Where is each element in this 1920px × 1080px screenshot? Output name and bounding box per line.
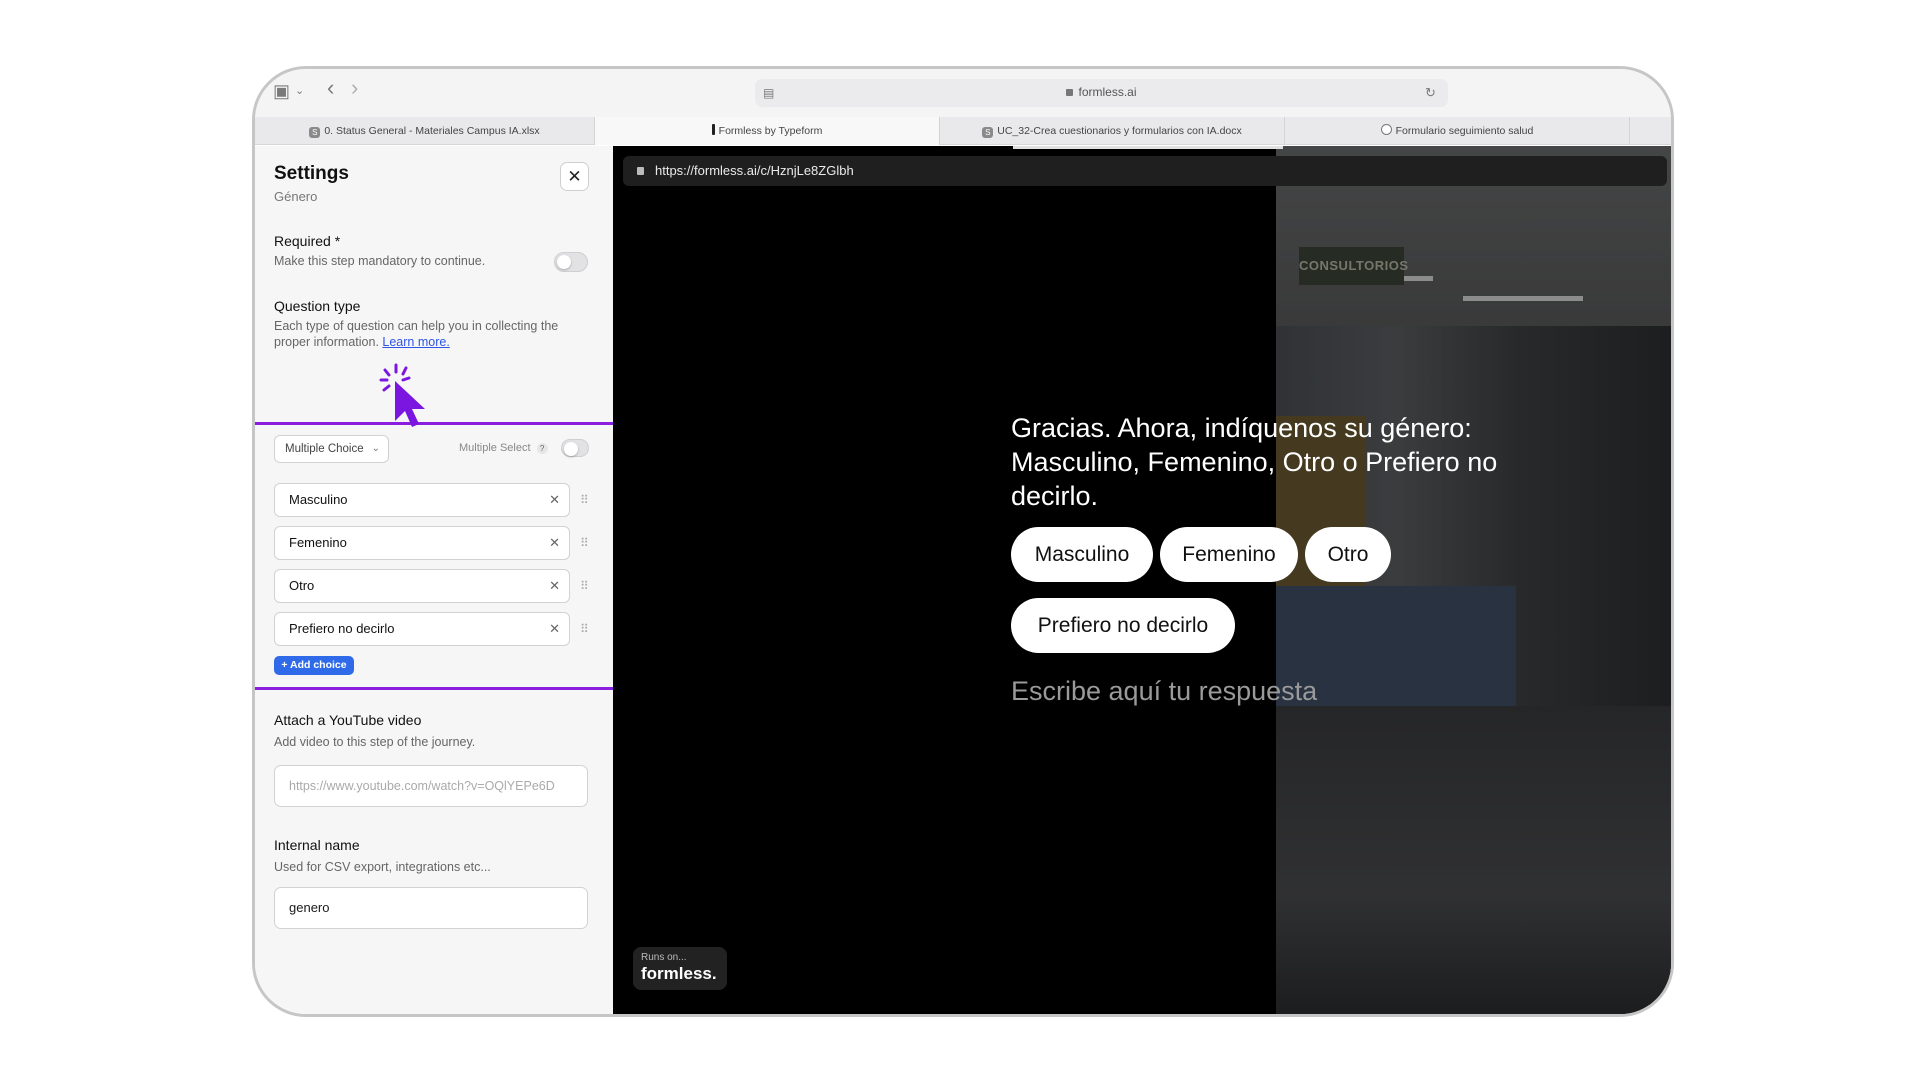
lock-icon xyxy=(1066,89,1074,96)
sidebar-toggle-icon[interactable]: ▣ xyxy=(273,81,290,101)
question-type-label: Question type xyxy=(274,298,361,314)
required-help: Make this step mandatory to continue. xyxy=(274,254,486,268)
chevron-down-icon[interactable]: ⌄ xyxy=(295,81,304,101)
tab-status-general[interactable]: S 0. Status General - Materiales Campus I… xyxy=(255,117,595,145)
tab-label: Formless by Typeform xyxy=(718,125,823,137)
back-arrow-icon[interactable]: ‹ xyxy=(327,77,334,99)
tab-formless[interactable]: Formless by Typeform xyxy=(595,117,940,145)
address-bar[interactable]: ▤ formless.ai ↻ xyxy=(755,79,1448,107)
option-masculino[interactable]: Masculino xyxy=(1011,527,1153,582)
question-type-help: Each type of question can help you in co… xyxy=(274,318,594,350)
preview-url-bar[interactable]: https://formless.ai/c/HznjLe8ZGlbh xyxy=(623,156,1667,186)
answer-input[interactable]: Escribe aquí tu respuesta xyxy=(1011,676,1317,707)
option-prefiero-no-decirlo[interactable]: Prefiero no decirlo xyxy=(1011,598,1235,653)
option-otro[interactable]: Otro xyxy=(1305,527,1391,582)
youtube-label: Attach a YouTube video xyxy=(274,712,422,728)
internal-name-label: Internal name xyxy=(274,837,360,853)
highlight-box xyxy=(255,422,625,690)
typeform-icon xyxy=(711,124,715,135)
learn-more-link[interactable]: Learn more. xyxy=(382,335,449,349)
internal-name-help: Used for CSV export, integrations etc... xyxy=(274,860,491,874)
close-icon: ✕ xyxy=(567,167,582,186)
tab-bar: S 0. Status General - Materiales Campus I… xyxy=(255,117,1671,145)
youtube-help: Add video to this step of the journey. xyxy=(274,735,476,749)
reload-icon[interactable]: ↻ xyxy=(1425,83,1436,103)
internal-name-input[interactable]: genero xyxy=(274,887,588,929)
document-icon: S xyxy=(982,127,994,138)
lock-icon xyxy=(637,167,644,175)
required-toggle[interactable] xyxy=(554,252,588,272)
preview-url-text: https://formless.ai/c/HznjLe8ZGlbh xyxy=(655,163,854,178)
tab-label: UC_32-Crea cuestionarios y formularios c… xyxy=(997,125,1242,137)
runs-on-formless-badge[interactable]: Runs on... formless. xyxy=(633,947,727,990)
tab-label: Formulario seguimiento salud xyxy=(1395,125,1534,137)
form-preview: CONSULTORIOS https://formless.ai/c/HznjL… xyxy=(613,146,1671,1014)
formless-logo: formless. xyxy=(641,964,717,983)
settings-title: Settings xyxy=(274,163,349,184)
tablet-frame: ▣ ⌄ ‹ › ▤ formless.ai ↻ S 0. Status Gener… xyxy=(252,66,1674,1017)
cursor-click-icon xyxy=(379,363,425,427)
option-femenino[interactable]: Femenino xyxy=(1160,527,1298,582)
globe-icon xyxy=(1380,124,1392,135)
spreadsheet-icon: S xyxy=(309,127,321,138)
runs-on-text: Runs on... xyxy=(641,952,687,963)
tab-uc32[interactable]: S UC_32-Crea cuestionarios y formularios … xyxy=(940,117,1285,145)
browser-toolbar: ▣ ⌄ ‹ › ▤ formless.ai ↻ xyxy=(255,69,1671,117)
address-text: formless.ai xyxy=(1078,85,1137,99)
tab-formulario-salud[interactable]: Formulario seguimiento salud xyxy=(1285,117,1630,145)
youtube-url-input[interactable]: https://www.youtube.com/watch?v=OQlYEPe6… xyxy=(274,765,588,807)
settings-subtitle: Género xyxy=(274,189,318,204)
question-text: Gracias. Ahora, indíquenos su género: Ma… xyxy=(1011,413,1498,511)
forward-arrow-icon[interactable]: › xyxy=(351,77,358,99)
progress-bar xyxy=(1013,146,1283,149)
close-button[interactable]: ✕ xyxy=(560,162,589,191)
required-label: Required * xyxy=(274,233,341,249)
tab-label: 0. Status General - Materiales Campus IA… xyxy=(324,125,540,137)
